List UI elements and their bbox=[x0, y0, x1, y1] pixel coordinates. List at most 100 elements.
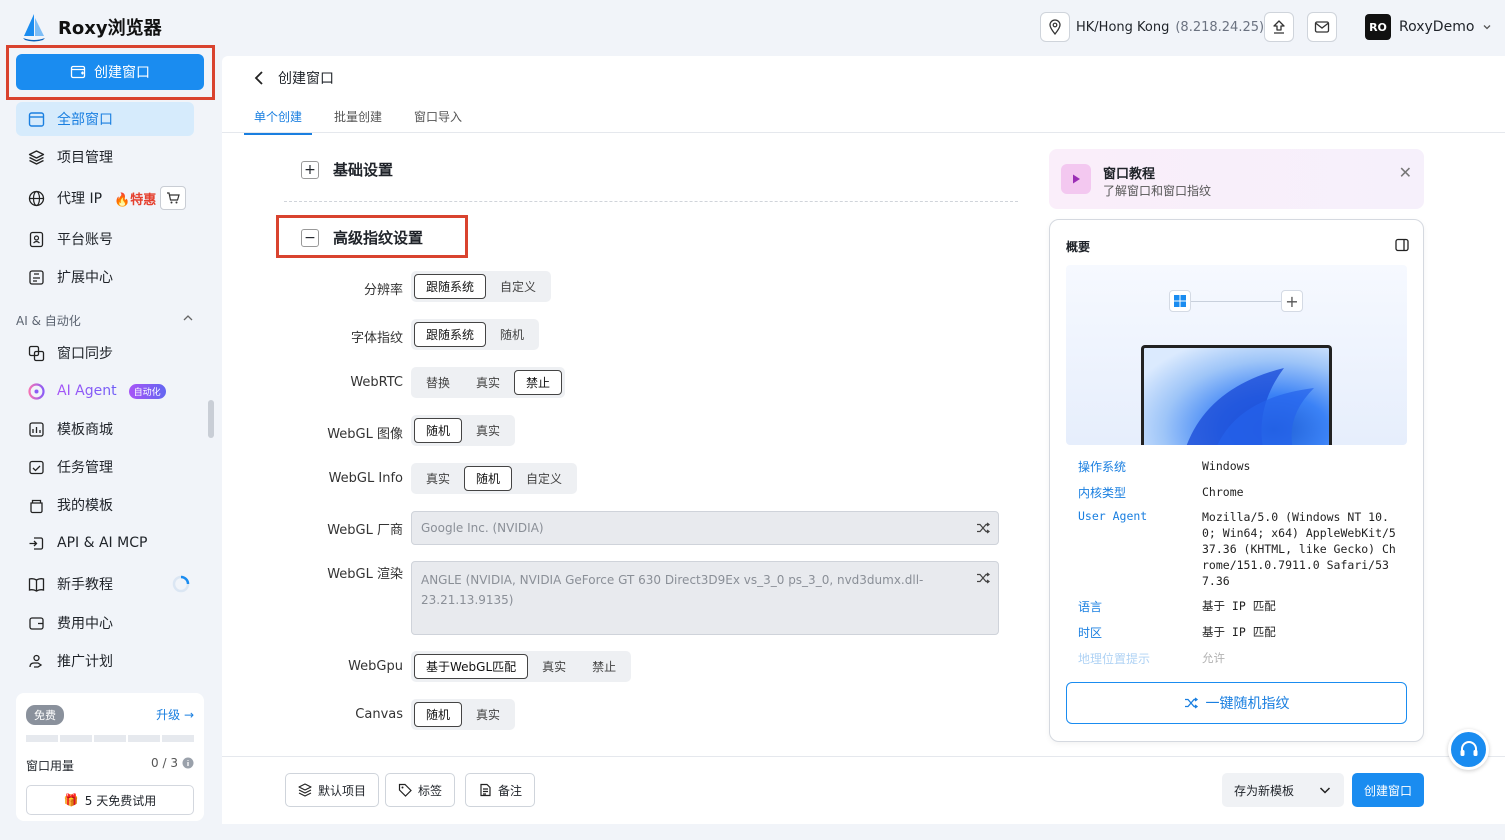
resolution-toggle: 跟随系统 自定义 bbox=[411, 271, 552, 302]
app-logo[interactable]: Roxy浏览器 bbox=[20, 12, 162, 42]
option-custom[interactable]: 自定义 bbox=[488, 274, 548, 299]
sidebar-item-label: 模板商城 bbox=[57, 422, 113, 438]
windows-icon[interactable] bbox=[1169, 290, 1191, 312]
webgpu-toggle: 基于WebGL匹配 真实 禁止 bbox=[411, 651, 632, 682]
sidebar: Roxy浏览器 创建窗口 全部窗口 项目管理 代理 IP 🔥特惠 平台账号 扩展… bbox=[0, 0, 220, 840]
close-icon[interactable]: ✕ bbox=[1399, 163, 1412, 182]
tutorial-banner[interactable]: 窗口教程 了解窗口和窗口指纹 ✕ bbox=[1049, 149, 1424, 209]
sidebar-item-label: AI Agent bbox=[57, 383, 117, 399]
option-real[interactable]: 真实 bbox=[464, 418, 512, 443]
book-icon bbox=[28, 577, 45, 592]
option-real[interactable]: 真实 bbox=[464, 370, 512, 395]
tags-button[interactable]: 标签 bbox=[385, 773, 456, 807]
save-as-template-button[interactable]: 存为新模板 bbox=[1222, 773, 1344, 807]
sidebar-item-label: 项目管理 bbox=[57, 150, 113, 166]
advanced-settings-section[interactable]: − 高级指纹设置 bbox=[301, 227, 423, 248]
option-real[interactable]: 真实 bbox=[530, 654, 578, 679]
progress-ring-icon bbox=[172, 575, 190, 593]
user-menu[interactable]: RO RoxyDemo bbox=[1365, 14, 1492, 40]
support-chat-button[interactable] bbox=[1448, 729, 1489, 770]
sidebar-item-platform-accounts[interactable]: 平台账号 bbox=[16, 222, 194, 256]
sailboat-logo-icon bbox=[23, 14, 45, 42]
page-title: 创建窗口 bbox=[278, 71, 334, 87]
option-replace[interactable]: 替换 bbox=[414, 370, 462, 395]
main-panel: 创建窗口 单个创建 批量创建 窗口导入 + 基础设置 − 高级指纹设置 分辨率 … bbox=[222, 56, 1505, 824]
tab-batch-create[interactable]: 批量创建 bbox=[324, 101, 392, 135]
sidebar-item-ai-agent[interactable]: AI Agent 自动化 bbox=[16, 374, 194, 408]
shuffle-icon bbox=[1184, 697, 1198, 709]
sidebar-item-extensions[interactable]: 扩展中心 bbox=[16, 260, 194, 294]
avatar: RO bbox=[1365, 14, 1391, 40]
random-fingerprint-button[interactable]: 一键随机指纹 bbox=[1066, 682, 1407, 724]
option-disable[interactable]: 禁止 bbox=[514, 370, 563, 395]
option-random[interactable]: 随机 bbox=[464, 466, 513, 491]
webgl-renderer-field[interactable]: ANGLE (NVIDIA, NVIDIA GeForce GT 630 Dir… bbox=[411, 561, 999, 635]
sidebar-item-label: 平台账号 bbox=[57, 232, 113, 248]
plan-card: 免费 升级 → 窗口用量 0 / 3 🎁 5 天免费试用 bbox=[16, 693, 204, 821]
option-match-webgl[interactable]: 基于WebGL匹配 bbox=[414, 654, 529, 679]
sidebar-item-tasks[interactable]: 任务管理 bbox=[16, 450, 194, 484]
ip-indicator[interactable]: HK/Hong Kong (8.218.24.25) bbox=[1040, 12, 1264, 42]
plus-icon[interactable]: + bbox=[1281, 290, 1303, 312]
option-real[interactable]: 真实 bbox=[414, 466, 462, 491]
arrow-right-icon: → bbox=[183, 708, 194, 722]
back-arrow-icon[interactable] bbox=[254, 71, 264, 85]
create-window-button[interactable]: 创建窗口 bbox=[16, 54, 204, 90]
free-trial-button[interactable]: 🎁 5 天免费试用 bbox=[26, 785, 194, 815]
ai-section-header[interactable]: AI & 自动化 bbox=[16, 312, 194, 329]
sidebar-item-projects[interactable]: 项目管理 bbox=[16, 140, 194, 174]
automation-badge: 自动化 bbox=[128, 383, 166, 399]
sidebar-item-template-store[interactable]: 模板商城 bbox=[16, 412, 194, 446]
creation-tabs: 单个创建 批量创建 窗口导入 bbox=[244, 101, 472, 135]
cart-icon[interactable] bbox=[160, 186, 186, 210]
option-random[interactable]: 随机 bbox=[488, 322, 536, 347]
ai-agent-icon bbox=[28, 382, 45, 400]
top-bar: HK/Hong Kong (8.218.24.25) RO RoxyDemo bbox=[220, 0, 1505, 55]
ip-address: (8.218.24.25) bbox=[1175, 19, 1265, 35]
mail-button[interactable] bbox=[1307, 12, 1337, 42]
create-window-label: 创建窗口 bbox=[94, 65, 150, 81]
sidebar-item-billing[interactable]: 费用中心 bbox=[16, 606, 194, 640]
sidebar-item-tutorial[interactable]: 新手教程 bbox=[16, 567, 194, 601]
option-real[interactable]: 真实 bbox=[464, 702, 512, 727]
sidebar-item-all-windows[interactable]: 全部窗口 bbox=[16, 102, 194, 136]
webgl-vendor-field[interactable]: Google Inc. (NVIDIA) bbox=[411, 511, 999, 545]
tag-icon bbox=[398, 783, 412, 797]
extension-icon bbox=[29, 269, 44, 285]
sidebar-item-label: 费用中心 bbox=[57, 616, 113, 632]
sidebar-item-proxy-ip[interactable]: 代理 IP 🔥特惠 bbox=[16, 181, 194, 215]
option-follow-system[interactable]: 跟随系统 bbox=[414, 274, 487, 299]
webgl-image-label: WebGL 图像 bbox=[327, 427, 403, 442]
globe-icon bbox=[28, 190, 45, 206]
location-pin-icon bbox=[1040, 12, 1070, 42]
tab-import[interactable]: 窗口导入 bbox=[404, 101, 472, 135]
font-fingerprint-label: 字体指纹 bbox=[350, 331, 403, 346]
sidebar-scrollbar[interactable] bbox=[208, 400, 214, 438]
tab-single-create[interactable]: 单个创建 bbox=[244, 101, 313, 135]
create-window-submit-button[interactable]: 创建窗口 bbox=[1352, 773, 1424, 807]
option-follow-system[interactable]: 跟随系统 bbox=[414, 322, 487, 347]
shuffle-icon[interactable] bbox=[976, 521, 990, 535]
upgrade-link[interactable]: 升级 → bbox=[156, 706, 194, 723]
default-project-button[interactable]: 默认项目 bbox=[285, 773, 380, 807]
ip-location: HK/Hong Kong bbox=[1076, 19, 1170, 35]
sidebar-item-api-mcp[interactable]: API & AI MCP bbox=[16, 526, 194, 560]
chevron-down-icon bbox=[1483, 25, 1491, 30]
webrtc-toggle: 替换 真实 禁止 bbox=[411, 367, 566, 398]
info-icon[interactable] bbox=[182, 757, 194, 769]
upload-button[interactable] bbox=[1264, 12, 1294, 42]
option-custom[interactable]: 自定义 bbox=[514, 466, 574, 491]
tab-divider bbox=[222, 132, 1505, 133]
shuffle-icon[interactable] bbox=[976, 571, 990, 585]
sidebar-item-my-templates[interactable]: 我的模板 bbox=[16, 488, 194, 522]
store-icon bbox=[29, 421, 44, 437]
notes-button[interactable]: 备注 bbox=[465, 773, 536, 807]
basic-settings-section[interactable]: + 基础设置 bbox=[301, 159, 393, 180]
connector-line bbox=[1191, 301, 1281, 302]
option-disable[interactable]: 禁止 bbox=[580, 654, 628, 679]
option-random[interactable]: 随机 bbox=[414, 702, 463, 727]
sidebar-item-affiliate[interactable]: 推广计划 bbox=[16, 644, 194, 678]
sidebar-item-window-sync[interactable]: 窗口同步 bbox=[16, 336, 194, 370]
option-random[interactable]: 随机 bbox=[414, 418, 463, 443]
panel-toggle-icon[interactable] bbox=[1395, 238, 1409, 252]
